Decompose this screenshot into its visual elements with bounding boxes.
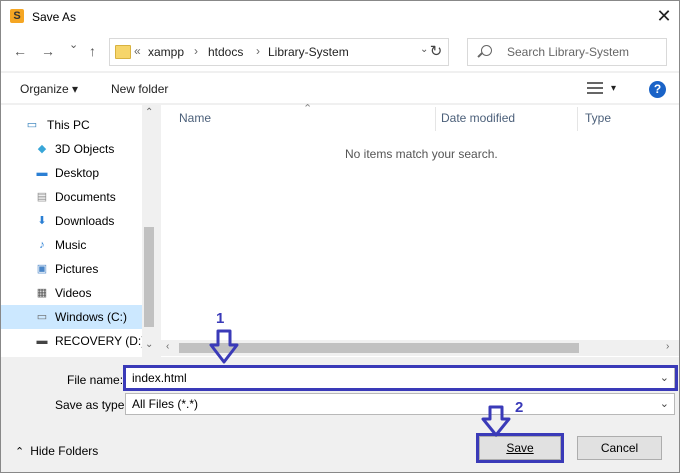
help-icon[interactable]: ?: [649, 81, 666, 98]
breadcrumb-htdocs[interactable]: htdocs: [208, 45, 243, 59]
breadcrumb-separator-icon[interactable]: ›: [256, 44, 260, 58]
tree-item[interactable]: ▬ Desktop: [1, 161, 143, 185]
breadcrumb-xampp[interactable]: xampp: [148, 45, 184, 59]
column-date-modified[interactable]: Date modified: [441, 111, 515, 125]
annotation-step-2: 2: [515, 399, 524, 416]
organize-button[interactable]: Organize ▾: [20, 82, 78, 96]
views-dropdown-icon[interactable]: ▾: [611, 83, 616, 94]
tree-item-label: Windows (C:): [55, 310, 128, 324]
tree-item[interactable]: ▭ This PC: [1, 113, 143, 137]
forward-arrow-icon[interactable]: →: [41, 43, 55, 59]
command-bar: Organize ▾ New folder ▾: [1, 73, 679, 103]
scroll-down-icon[interactable]: ⌄: [145, 339, 153, 350]
arrow-down-icon: [481, 405, 511, 437]
recent-locations-chevron-icon[interactable]: ⌄: [69, 38, 78, 51]
address-bar[interactable]: « xampp › htdocs › Library-System ⌄: [109, 38, 449, 66]
breadcrumb-library-system[interactable]: Library-System: [268, 45, 349, 59]
chevron-up-icon: ⌃: [15, 446, 25, 458]
pc-icon: ▭: [26, 119, 38, 131]
close-icon[interactable]: ✕: [651, 5, 677, 29]
hide-folders-label: Hide Folders: [30, 444, 99, 458]
desktop-icon: ▬: [36, 167, 48, 179]
tree-item[interactable]: ▤ Documents: [1, 185, 143, 209]
file-name-highlight: [123, 365, 678, 391]
title-bar: S Save As ✕: [1, 1, 679, 33]
column-name[interactable]: Name: [179, 111, 211, 125]
tree-item[interactable]: ▦ Videos: [1, 281, 143, 305]
folder-icon: [115, 45, 131, 59]
tree-item[interactable]: ▭ Windows (C:): [1, 305, 143, 329]
navigation-scrollbar[interactable]: ⌃ ⌄: [142, 105, 156, 357]
tree-item-label: Documents: [55, 190, 116, 204]
navigation-pane: ▭ This PC ◆ 3D Objects ▬ Desktop ▤ Documents ⬇ Do…: [1, 105, 156, 357]
sublime-icon: S: [10, 9, 24, 23]
tree-item-label: This PC: [47, 118, 90, 132]
tree-item[interactable]: ▬ RECOVERY (D:): [1, 329, 146, 353]
annotation-step-1: 1: [216, 310, 225, 327]
breadcrumb-separator-icon[interactable]: ›: [194, 44, 198, 58]
tree-item-label: Music: [55, 238, 87, 252]
up-arrow-icon[interactable]: ↑: [89, 43, 96, 59]
pictures-icon: ▣: [36, 263, 48, 275]
scrollbar-thumb[interactable]: [144, 227, 154, 327]
window-title: Save As: [32, 10, 77, 24]
drive-icon: ▭: [36, 311, 48, 323]
music-icon: ♪: [39, 239, 45, 251]
search-input[interactable]: Search Library-System: [467, 38, 667, 66]
tree-item-label: Desktop: [55, 166, 100, 180]
new-folder-button[interactable]: New folder: [111, 82, 168, 96]
column-divider[interactable]: [577, 107, 578, 131]
back-arrow-icon[interactable]: ←: [13, 43, 27, 59]
save-as-dialog: S Save As ✕ ← → ⌄ ↑ « xampp › htdocs › L…: [0, 0, 680, 473]
tree-item-label: RECOVERY (D:): [55, 334, 146, 348]
sort-indicator-icon: ⌃: [303, 103, 313, 115]
views-icon[interactable]: [587, 82, 603, 94]
tree-item-label: Videos: [55, 286, 92, 300]
documents-icon: ▤: [36, 191, 48, 203]
refresh-icon[interactable]: ↻: [423, 39, 449, 65]
column-type[interactable]: Type: [585, 111, 611, 125]
cancel-button[interactable]: Cancel: [577, 436, 662, 460]
download-icon: ⬇: [37, 215, 47, 227]
tree-item-label: Downloads: [55, 214, 115, 228]
file-name-label: File name:: [67, 373, 124, 387]
tree-item[interactable]: ♪ Music: [1, 233, 143, 257]
tree-item[interactable]: ◆ 3D Objects: [1, 137, 143, 161]
save-as-type-value: All Files (*.*): [132, 397, 199, 411]
arrow-down-icon: [209, 329, 239, 364]
save-as-type-label: Save as type:: [55, 398, 128, 412]
search-icon: [481, 45, 492, 56]
videos-icon: ▦: [36, 287, 48, 299]
scroll-up-icon[interactable]: ⌃: [145, 107, 153, 118]
cube-icon: ◆: [37, 143, 47, 155]
tree-item-label: Pictures: [55, 262, 99, 276]
hide-folders-button[interactable]: ⌃ Hide Folders: [15, 444, 98, 458]
search-placeholder: Search Library-System: [507, 45, 630, 59]
hscroll-thumb[interactable]: [179, 343, 579, 353]
save-as-type-dropdown-icon[interactable]: ⌄: [660, 397, 669, 410]
empty-message: No items match your search.: [345, 147, 498, 161]
save-highlight: [476, 433, 564, 463]
tree-item-label: 3D Objects: [55, 142, 115, 156]
save-as-type-select[interactable]: All Files (*.*) ⌄: [125, 393, 675, 415]
file-list: ⌃ Name Date modified Type No items match…: [161, 103, 679, 357]
scroll-left-icon[interactable]: ‹: [166, 341, 169, 352]
overflow-crumb-icon[interactable]: «: [134, 44, 141, 58]
drive-icon: ▬: [36, 335, 48, 347]
tree-item[interactable]: ⬇ Downloads: [1, 209, 143, 233]
scroll-right-icon[interactable]: ›: [666, 341, 669, 352]
column-divider[interactable]: [435, 107, 436, 131]
tree-item[interactable]: ▣ Pictures: [1, 257, 143, 281]
